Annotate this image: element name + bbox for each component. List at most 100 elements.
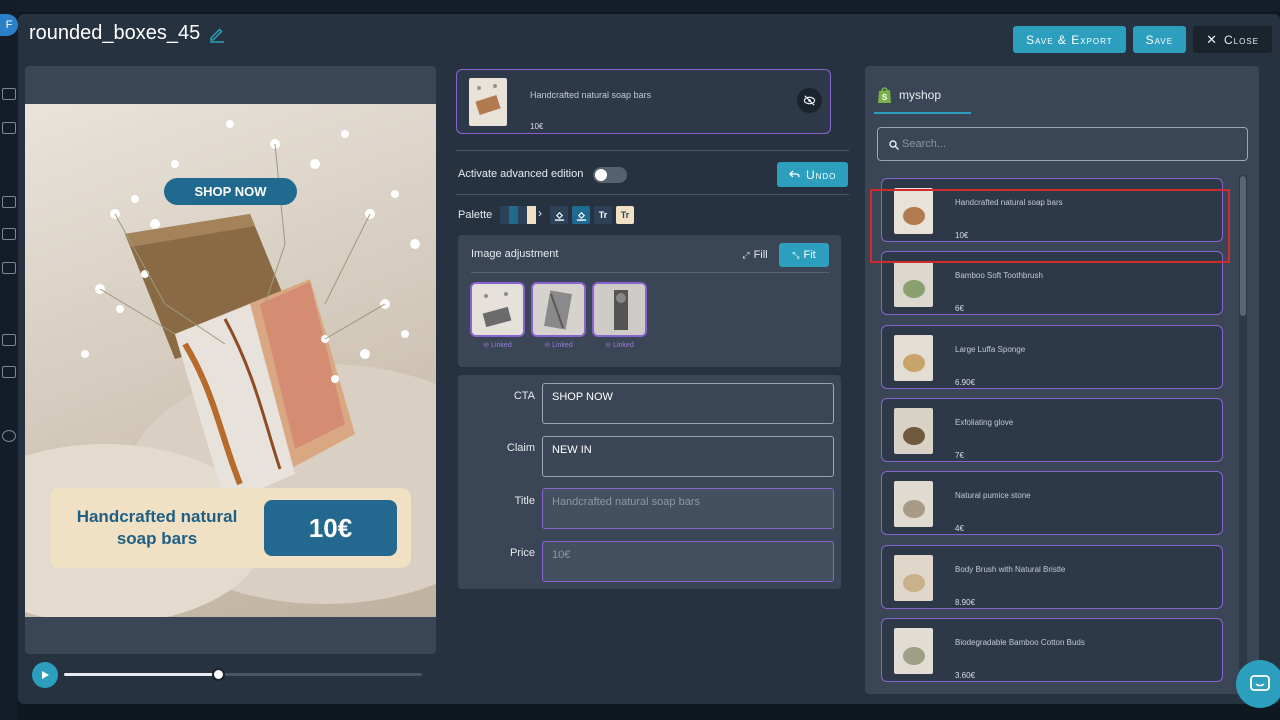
product-name: Large Luffa Sponge [955, 344, 1026, 354]
price-input[interactable]: 10€ [542, 541, 834, 582]
svg-text:S: S [882, 93, 888, 102]
play-icon [42, 671, 49, 679]
card-icon[interactable] [2, 334, 16, 346]
page-title: rounded_boxes_45 [29, 22, 201, 44]
text-fields-panel: CTA SHOP NOW Claim NEW IN Title Handcraf… [458, 375, 841, 589]
fit-mode-button[interactable]: ⤡ Fit [779, 243, 829, 267]
product-list-item[interactable]: Body Brush with Natural Bristle 8.90€ [881, 544, 1223, 609]
palette-swatch-1[interactable] [500, 206, 509, 224]
playback-controls [32, 662, 432, 688]
background-topbar [0, 0, 1280, 12]
undo-button[interactable]: Undo [777, 162, 849, 187]
fill-mode-button[interactable]: ⤢ Fill [733, 243, 777, 267]
scrollbar-thumb[interactable] [1240, 176, 1246, 316]
chat-icon [1250, 675, 1270, 691]
background-sidebar [0, 0, 18, 720]
image-3-linked-label: ⊝ Linked [605, 342, 634, 349]
timeline-progress [64, 673, 218, 676]
search-input[interactable] [902, 128, 1232, 160]
fill-icon: ⤢ [742, 249, 750, 260]
play-button[interactable] [32, 662, 58, 688]
edit-title-icon[interactable] [208, 25, 226, 43]
undo-label: Undo [806, 167, 837, 182]
image-2-linked-label: ⊝ Linked [544, 342, 573, 349]
preview-title-card: Handcrafted natural soap bars 10€ [50, 488, 411, 568]
product-name: Biodegradable Bamboo Cotton Buds [955, 637, 1085, 647]
save-button[interactable]: Save [1132, 26, 1187, 53]
section-divider [456, 194, 849, 195]
selected-product-thumbnail [469, 78, 507, 126]
close-button[interactable]: ✕ Close [1193, 26, 1272, 53]
claim-label: Claim [506, 442, 535, 454]
preview-cta: SHOP NOW [164, 178, 297, 205]
claim-input[interactable]: NEW IN [542, 436, 834, 477]
paint-bucket-icon [576, 211, 586, 221]
product-list-item[interactable]: Exfoliating glove 7€ [881, 397, 1223, 462]
hide-product-button[interactable] [797, 88, 822, 113]
product-price: 6€ [955, 304, 964, 314]
palette-next-icon[interactable]: › [538, 206, 542, 220]
palette-label: Palette [458, 209, 493, 221]
palette-swatch-3[interactable] [518, 206, 527, 224]
fill-color-button[interactable] [550, 206, 568, 224]
product-price: 3.60€ [955, 670, 976, 680]
palette-swatch-4[interactable] [527, 206, 536, 224]
create-icon[interactable] [2, 88, 16, 100]
section-divider [456, 150, 849, 151]
phone-icon[interactable] [2, 262, 16, 274]
price-label: Price [509, 547, 535, 559]
product-price: 7€ [955, 450, 964, 460]
product-name: Body Brush with Natural Bristle [955, 564, 1066, 574]
tools-icon[interactable] [2, 122, 16, 134]
product-thumbnail [894, 407, 933, 454]
save-export-button[interactable]: Save & Export [1013, 26, 1126, 53]
advanced-edition-label: Activate advanced edition [458, 168, 584, 180]
close-icon: ✕ [1206, 31, 1218, 47]
chat-support-button[interactable] [1236, 660, 1280, 708]
selected-item-highlight [870, 189, 1230, 263]
product-name: Bamboo Soft Toothbrush [955, 271, 1043, 281]
search-icon [889, 140, 899, 150]
palette-swatch-2[interactable] [509, 206, 518, 224]
selected-product-price: 10€ [530, 122, 544, 131]
image-thumbnail-3[interactable] [592, 282, 647, 337]
timeline-track[interactable] [64, 668, 422, 681]
selected-product-card[interactable]: Handcrafted natural soap bars 10€ [456, 69, 831, 134]
product-thumbnail [894, 554, 933, 601]
shopify-icon: S [878, 87, 891, 103]
product-thumbnail [894, 334, 933, 381]
eye-off-icon [803, 95, 816, 106]
title-input[interactable]: Handcrafted natural soap bars [542, 488, 834, 529]
title-label: Title [514, 495, 535, 507]
toggle-knob [595, 169, 607, 181]
text-color-button[interactable]: Tr [594, 206, 612, 224]
selected-product-name: Handcrafted natural soap bars [530, 90, 652, 100]
product-list-item[interactable]: Natural pumice stone 4€ [881, 471, 1223, 536]
product-price: 4€ [955, 524, 964, 534]
preview-image: SHOP NOW Handcrafted natural soap bars 1… [25, 104, 436, 617]
advanced-edition-toggle[interactable] [593, 167, 627, 183]
image-adjustment-divider [471, 272, 829, 273]
product-list-item[interactable]: Large Luffa Sponge 6.90€ [881, 324, 1223, 389]
image-1-linked-label: ⊝ Linked [483, 342, 512, 349]
user-icon[interactable] [2, 366, 16, 378]
product-name: Natural pumice stone [955, 491, 1031, 501]
product-name: Exfoliating glove [955, 417, 1014, 427]
product-list-item[interactable]: Biodegradable Bamboo Cotton Buds 3.60€ [881, 617, 1223, 682]
image-thumbnail-2[interactable] [531, 282, 586, 337]
product-thumbnail [894, 627, 933, 674]
fill-label: Fill [753, 249, 768, 261]
image-icon[interactable] [2, 196, 16, 208]
cta-input[interactable]: SHOP NOW [542, 383, 834, 424]
product-list-scrollbar[interactable] [1239, 175, 1247, 690]
tab-myshop[interactable]: S myshop [877, 86, 941, 104]
text-color-button-2[interactable]: Tr [616, 206, 634, 224]
fill-color-button-2[interactable] [572, 206, 590, 224]
power-icon[interactable] [2, 430, 16, 442]
timeline-handle[interactable] [211, 668, 225, 681]
active-tab-indicator [874, 112, 971, 114]
bag-icon[interactable] [2, 228, 16, 240]
preview-title: Handcrafted natural soap bars [76, 507, 238, 548]
cta-label: CTA [513, 390, 535, 402]
image-thumbnail-1[interactable] [470, 282, 525, 337]
